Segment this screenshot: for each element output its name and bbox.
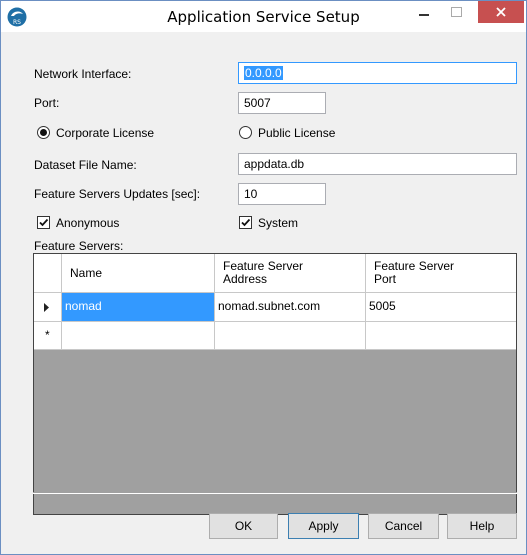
system-checkbox[interactable]: [239, 216, 252, 229]
corporate-license-radio[interactable]: [37, 126, 50, 139]
new-row-cell-name[interactable]: [62, 322, 215, 350]
title-bar[interactable]: RS Application Service Setup: [1, 1, 526, 32]
public-license-label: Public License: [258, 126, 336, 140]
column-header-port[interactable]: Feature Server Port: [366, 254, 516, 293]
column-header-address-line2: Address: [223, 272, 268, 286]
cell-port-text: 5005: [369, 299, 396, 313]
system-label: System: [258, 216, 299, 230]
dialog-content: Network Interface: 0.0.0.0 Port: 5007 Co…: [1, 32, 526, 554]
row-header-new[interactable]: *: [34, 322, 62, 350]
anonymous-checkbox[interactable]: [37, 216, 50, 229]
column-header-address[interactable]: Feature Server Address: [215, 254, 366, 293]
network-interface-label: Network Interface:: [34, 67, 132, 81]
port-input[interactable]: 5007: [238, 92, 326, 114]
network-interface-input[interactable]: 0.0.0.0: [238, 62, 517, 84]
table-row-cell-port[interactable]: 5005: [366, 293, 516, 322]
row-header-current[interactable]: [34, 293, 62, 322]
ok-button[interactable]: OK: [209, 513, 278, 539]
updates-interval-label: Feature Servers Updates [sec]:: [34, 187, 201, 201]
maximize-button[interactable]: [442, 1, 470, 23]
table-row-cell-name[interactable]: nomad: [62, 293, 215, 322]
table-row-cell-address[interactable]: nomad.subnet.com: [215, 293, 366, 322]
feature-servers-label: Feature Servers:: [34, 239, 124, 253]
current-row-arrow-icon: [44, 303, 49, 312]
help-button[interactable]: Help: [447, 513, 517, 539]
checkmark-icon: [241, 218, 251, 227]
new-row-cell-port[interactable]: [366, 322, 516, 350]
feature-servers-grid[interactable]: Name Feature Server Address Feature Serv…: [33, 253, 517, 515]
new-row-cell-address[interactable]: [215, 322, 366, 350]
cell-address-text: nomad.subnet.com: [218, 299, 321, 313]
grid-corner-header: [34, 254, 62, 293]
checkmark-icon: [39, 218, 49, 227]
minimize-icon: [419, 14, 429, 16]
close-button[interactable]: [478, 1, 524, 23]
port-label: Port:: [34, 96, 60, 110]
column-header-port-line2: Port: [374, 272, 397, 286]
cancel-button[interactable]: Cancel: [368, 513, 439, 539]
apply-button[interactable]: Apply: [288, 513, 359, 539]
updates-interval-input[interactable]: 10: [238, 183, 326, 205]
column-header-name[interactable]: Name: [62, 254, 215, 293]
close-icon: [496, 7, 506, 17]
corporate-license-label: Corporate License: [56, 126, 155, 140]
network-interface-value: 0.0.0.0: [244, 66, 283, 80]
divider: [33, 492, 517, 494]
dataset-file-input[interactable]: appdata.db: [238, 153, 517, 175]
minimize-button[interactable]: [410, 1, 438, 23]
new-row-marker: *: [45, 328, 50, 342]
public-license-radio[interactable]: [239, 126, 252, 139]
cell-name-text: nomad: [65, 299, 102, 313]
dataset-file-label: Dataset File Name:: [34, 158, 137, 172]
dialog-window: RS Application Service Setup Network Int…: [0, 0, 527, 555]
column-header-name-text: Name: [70, 266, 103, 280]
anonymous-label: Anonymous: [56, 216, 120, 230]
maximize-icon: [450, 7, 462, 17]
